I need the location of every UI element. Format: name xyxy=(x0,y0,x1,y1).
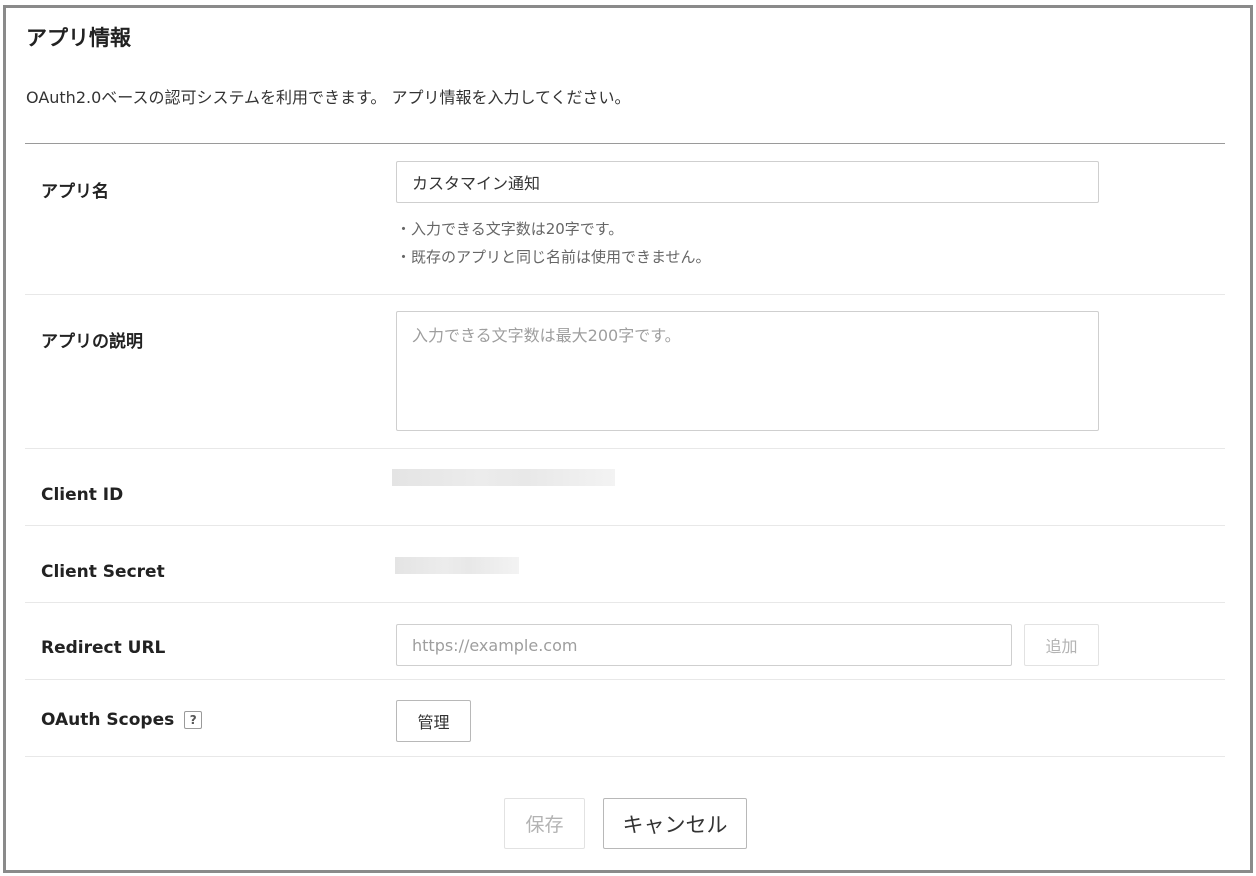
app-info-panel: アプリ情報 OAuth2.0ベースの認可システムを利用できます。 アプリ情報を入… xyxy=(3,5,1253,873)
client-secret-value-masked xyxy=(395,557,519,574)
app-description-label: アプリの説明 xyxy=(41,332,143,352)
app-name-row: アプリ名 ・入力できる文字数は20字です。 ・既存のアプリと同じ名前は使用できま… xyxy=(25,144,1225,295)
client-id-label: Client ID xyxy=(41,485,124,505)
redirect-url-add-button[interactable]: 追加 xyxy=(1024,624,1099,666)
oauth-scopes-label: OAuth Scopes xyxy=(41,710,175,730)
oauth-scopes-manage-button[interactable]: 管理 xyxy=(396,700,471,742)
app-name-hint-unique: ・既存のアプリと同じ名前は使用できません。 xyxy=(396,248,711,266)
oauth-scopes-label-group: OAuth Scopes? xyxy=(41,710,203,730)
page-title: アプリ情報 xyxy=(26,26,131,50)
app-description-textarea[interactable] xyxy=(396,311,1099,431)
help-icon[interactable]: ? xyxy=(184,711,203,729)
cancel-button[interactable]: キャンセル xyxy=(603,798,747,849)
client-secret-label: Client Secret xyxy=(41,562,165,582)
app-name-hint-length: ・入力できる文字数は20字です。 xyxy=(396,220,624,238)
app-description-row: アプリの説明 xyxy=(25,295,1225,449)
save-button[interactable]: 保存 xyxy=(504,798,585,849)
client-secret-row: Client Secret xyxy=(25,526,1225,603)
oauth-scopes-row: OAuth Scopes? 管理 xyxy=(25,680,1225,757)
page-description: OAuth2.0ベースの認可システムを利用できます。 アプリ情報を入力してくださ… xyxy=(26,88,631,107)
app-name-input[interactable] xyxy=(396,161,1099,203)
redirect-url-row: Redirect URL 追加 xyxy=(25,603,1225,680)
app-name-label: アプリ名 xyxy=(41,182,109,202)
redirect-url-input[interactable] xyxy=(396,624,1012,666)
redirect-url-label: Redirect URL xyxy=(41,638,166,658)
client-id-value-masked xyxy=(392,469,615,486)
client-id-row: Client ID xyxy=(25,449,1225,526)
